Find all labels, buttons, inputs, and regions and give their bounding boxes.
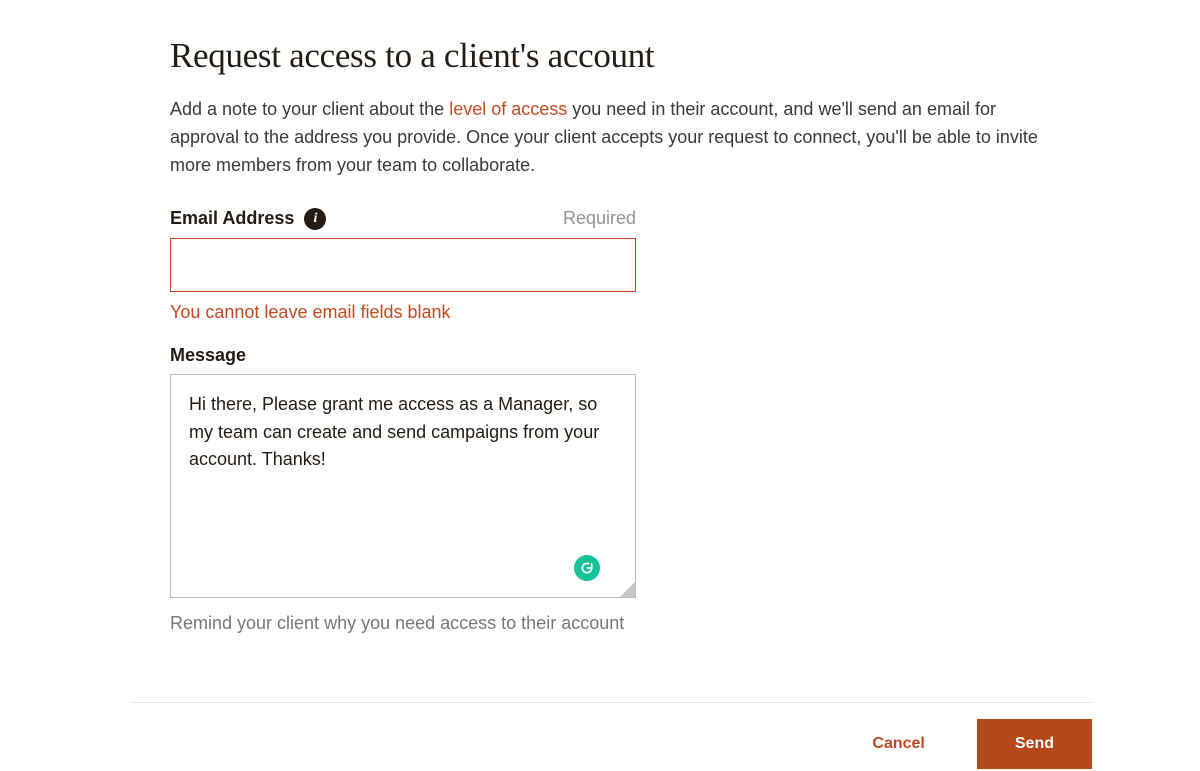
email-label-row: Email Address i Required: [170, 208, 636, 230]
page-title: Request access to a client's account: [170, 36, 1070, 76]
level-of-access-link[interactable]: level of access: [449, 99, 567, 119]
message-label: Message: [170, 345, 246, 366]
message-textarea[interactable]: [170, 374, 636, 598]
intro-text: Add a note to your client about the leve…: [170, 96, 1040, 180]
message-field-group: Message Remind your client why you need …: [170, 345, 636, 634]
required-label: Required: [563, 208, 636, 229]
message-label-row: Message: [170, 345, 636, 366]
info-icon[interactable]: i: [304, 208, 326, 230]
cancel-button[interactable]: Cancel: [866, 721, 930, 767]
footer: Cancel Send: [130, 702, 1092, 771]
email-field-group: Email Address i Required You cannot leav…: [170, 208, 636, 323]
email-label: Email Address: [170, 208, 294, 229]
email-error-text: You cannot leave email fields blank: [170, 302, 636, 323]
email-input[interactable]: [170, 238, 636, 292]
message-helper-text: Remind your client why you need access t…: [170, 613, 636, 634]
send-button[interactable]: Send: [977, 719, 1092, 769]
intro-pre: Add a note to your client about the: [170, 99, 449, 119]
